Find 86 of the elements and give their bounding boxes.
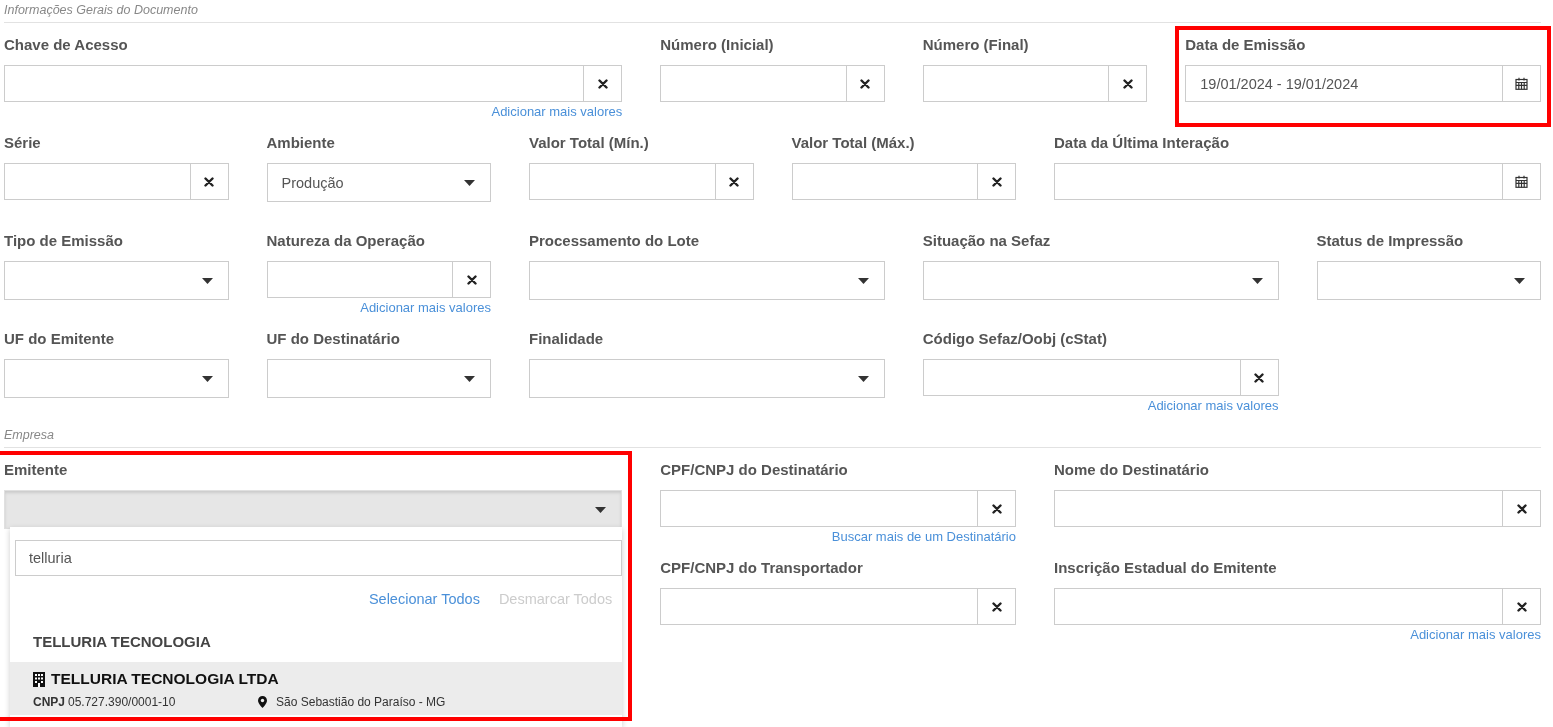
clear-icon[interactable] xyxy=(991,176,1002,187)
clear-icon[interactable] xyxy=(1516,601,1527,612)
search-field[interactable]: telluria xyxy=(15,540,623,576)
field-label: Emitente xyxy=(4,460,69,480)
dropdown-select[interactable] xyxy=(4,261,229,300)
field-label: Número (Inicial) xyxy=(660,35,775,55)
dropdown-select[interactable]: Produção xyxy=(266,163,491,202)
field-label: Série xyxy=(4,133,42,153)
dropdown-select[interactable] xyxy=(4,490,623,529)
add-values-link[interactable]: Adicionar mais valores xyxy=(1147,398,1279,413)
field-label: Natureza da Operação xyxy=(266,231,426,251)
add-values-link[interactable]: Buscar mais de um Destinatário xyxy=(831,529,1016,544)
field-label: UF do Emitente xyxy=(4,329,115,349)
dropdown-select[interactable] xyxy=(1316,261,1541,300)
caret-icon xyxy=(857,277,869,284)
input-field[interactable] xyxy=(660,65,885,102)
input-field[interactable] xyxy=(4,163,229,200)
option-name: TELLURIA TECNOLOGIA LTDA xyxy=(51,670,279,688)
input-field[interactable] xyxy=(660,490,1016,527)
clear-icon[interactable] xyxy=(1516,503,1527,514)
field-label: Nome do Destinatário xyxy=(1054,460,1211,480)
dropdown-select[interactable] xyxy=(4,359,229,398)
field-label: Valor Total (Mín.) xyxy=(529,133,650,153)
section-title: Empresa xyxy=(4,427,1541,448)
input-field[interactable]: 19/01/2024 - 19/01/2024 xyxy=(1185,65,1541,102)
field-label: Tipo de Emissão xyxy=(4,231,124,251)
dropdown-select[interactable] xyxy=(266,359,491,398)
field-label: Chave de Acesso xyxy=(4,35,129,55)
group-header: TELLURIA TECNOLOGIA xyxy=(32,632,212,652)
clear-icon[interactable] xyxy=(1254,372,1264,383)
field-label: Inscrição Estadual do Emitente xyxy=(1054,558,1278,578)
calendar-icon[interactable] xyxy=(1515,77,1528,90)
input-field[interactable] xyxy=(1054,490,1541,527)
calendar-icon[interactable] xyxy=(1515,175,1528,188)
caret-icon xyxy=(464,179,475,186)
field-label: CPF/CNPJ do Transportador xyxy=(660,558,864,578)
field-label: Status de Impressão xyxy=(1316,231,1465,251)
clear-icon[interactable] xyxy=(860,78,871,89)
option-location: São Sebastião do Paraíso - MG xyxy=(276,695,446,709)
input-field[interactable] xyxy=(529,163,754,200)
option-id-label: CNPJ xyxy=(33,695,65,709)
caret-icon xyxy=(1514,277,1525,284)
field-label: Processamento do Lote xyxy=(529,231,701,251)
clear-icon[interactable] xyxy=(597,78,608,89)
input-field[interactable] xyxy=(1054,588,1541,625)
clear-icon[interactable] xyxy=(1122,78,1133,89)
caret-icon xyxy=(1251,277,1263,284)
add-values-link[interactable]: Adicionar mais valores xyxy=(491,104,623,119)
menu-action-link[interactable]: Selecionar Todos xyxy=(368,591,480,613)
add-values-link[interactable]: Adicionar mais valores xyxy=(360,300,491,315)
field-label: Data de Emissão xyxy=(1185,35,1307,55)
field-label: Data da Última Interação xyxy=(1054,133,1231,153)
field-label: Número (Final) xyxy=(922,35,1030,55)
input-field[interactable] xyxy=(4,65,623,102)
dropdown-select[interactable] xyxy=(922,261,1279,300)
field-label: CPF/CNPJ do Destinatário xyxy=(660,460,849,480)
dropdown-select[interactable] xyxy=(529,359,885,398)
add-values-link[interactable]: Adicionar mais valores xyxy=(1410,627,1541,642)
caret-icon xyxy=(201,277,213,284)
clear-icon[interactable] xyxy=(991,601,1002,612)
field-label: Situação na Sefaz xyxy=(922,231,1052,251)
field-label: Código Sefaz/Oobj (cStat) xyxy=(922,329,1108,349)
building-icon xyxy=(33,671,45,687)
input-field[interactable] xyxy=(922,359,1279,396)
field-label: Ambiente xyxy=(266,133,336,153)
caret-icon xyxy=(857,375,869,382)
input-field[interactable] xyxy=(1054,163,1541,200)
clear-icon[interactable] xyxy=(991,503,1002,514)
option-id-value: 05.727.390/0001-10 xyxy=(68,695,177,709)
field-label: Finalidade xyxy=(529,329,605,349)
location-pin-icon xyxy=(258,696,267,708)
input-field[interactable] xyxy=(791,163,1016,200)
input-field[interactable] xyxy=(660,588,1016,625)
input-field[interactable] xyxy=(266,261,491,298)
menu-option[interactable]: TELLURIA TECNOLOGIA LTDA CNPJ 05.727.390/0001-10 São Sebastião do Paraíso - MG xyxy=(10,662,623,715)
clear-icon[interactable] xyxy=(729,176,739,187)
caret-icon xyxy=(595,506,607,513)
caret-icon xyxy=(464,375,475,382)
field-label: UF do Destinatário xyxy=(266,329,401,349)
dropdown-select[interactable] xyxy=(529,261,885,300)
field-label: Valor Total (Máx.) xyxy=(791,133,916,153)
caret-icon xyxy=(201,375,213,382)
section-title: Informações Gerais do Documento xyxy=(4,2,1541,23)
clear-icon[interactable] xyxy=(204,176,214,187)
input-field[interactable] xyxy=(922,65,1148,102)
clear-icon[interactable] xyxy=(466,274,477,285)
